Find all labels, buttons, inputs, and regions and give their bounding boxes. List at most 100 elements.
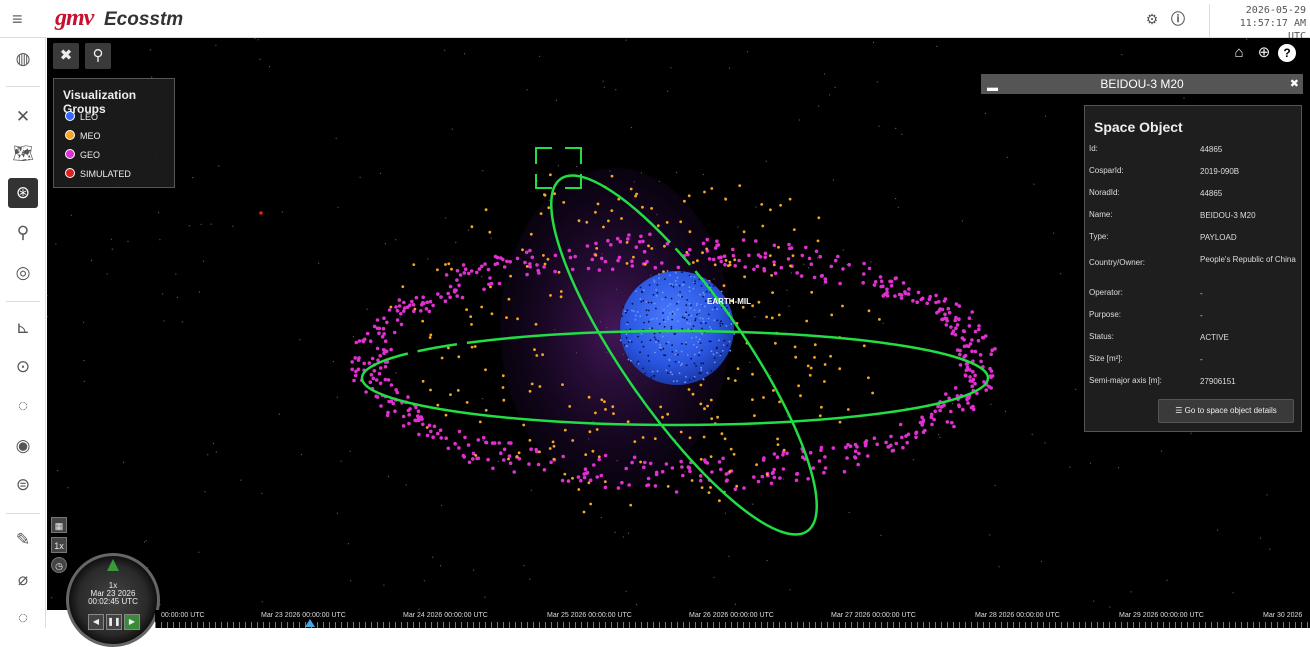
meo-satellite-dot — [413, 307, 417, 311]
geo-satellite-dot — [641, 239, 645, 244]
geo-satellite-dot — [731, 247, 735, 252]
geo-satellite-dot — [394, 388, 398, 392]
globe-icon[interactable]: ◍ — [8, 44, 38, 74]
geo-satellite-dot — [979, 359, 983, 364]
satellite-tool-icon[interactable]: ✖ — [53, 43, 79, 69]
meo-satellite-dot — [770, 316, 774, 320]
leo-satellite-dot — [696, 302, 698, 305]
calendar-icon[interactable]: ▦ — [51, 517, 67, 533]
rocket-icon[interactable]: ⚲ — [8, 218, 38, 248]
geo-satellite-dot — [950, 420, 954, 425]
geo-satellite-dot — [707, 257, 712, 261]
earth-globe[interactable] — [620, 271, 734, 385]
geo-satellite-dot — [389, 347, 393, 352]
geo-satellite-dot — [570, 267, 575, 272]
legend-item-simulated[interactable]: SIMULATED — [65, 168, 131, 180]
leo-satellite-dot — [664, 296, 667, 299]
geo-satellite-dot — [486, 267, 491, 272]
globe-view-icon[interactable]: ⊕ — [1253, 42, 1275, 64]
satellite-dish-icon[interactable]: ⌀ — [8, 565, 38, 595]
leo-satellite-dot — [685, 343, 687, 345]
geo-satellite-dot — [842, 469, 847, 474]
geo-satellite-dot — [502, 458, 506, 462]
geo-satellite-dot — [891, 448, 896, 453]
geo-satellite-dot — [410, 299, 414, 304]
go-to-details-button[interactable]: ☰ Go to space object details — [1158, 399, 1294, 423]
meo-satellite-dot — [816, 239, 820, 243]
map-icon[interactable]: 🗺 — [8, 139, 38, 169]
star-dot — [961, 220, 964, 222]
legend-item-leo[interactable]: LEO — [65, 111, 98, 123]
geo-satellite-dot — [743, 265, 747, 269]
pen-icon[interactable]: ✎ — [8, 525, 38, 555]
meo-satellite-dot — [507, 297, 511, 301]
meo-satellite-dot — [687, 388, 691, 391]
leo-satellite-dot — [651, 370, 654, 373]
legend-item-meo[interactable]: MEO — [65, 130, 101, 142]
info-icon[interactable]: ⓘ — [1170, 11, 1186, 27]
star-dot — [1075, 388, 1077, 390]
clock-face-icon[interactable]: ⊜ — [8, 470, 38, 500]
meo-satellite-dot — [797, 384, 800, 388]
leo-satellite-dot — [726, 344, 729, 347]
radar-icon[interactable]: ◎ — [8, 258, 38, 288]
geo-satellite-dot — [394, 305, 398, 309]
orbit-icon[interactable]: ⊛ — [8, 178, 38, 208]
gear-icon[interactable]: ⚙ — [1144, 11, 1160, 27]
star-dot — [817, 257, 819, 259]
geo-satellite-dot — [603, 259, 608, 264]
leo-satellite-dot — [659, 344, 661, 346]
leo-satellite-dot — [663, 308, 665, 311]
meo-satellite-dot — [805, 319, 809, 323]
ring-icon[interactable]: ◌ — [8, 603, 38, 633]
leo-satellite-dot — [681, 271, 683, 274]
geo-satellite-dot — [414, 405, 418, 410]
meo-satellite-dot — [585, 220, 589, 224]
meo-satellite-dot — [594, 411, 597, 415]
leo-satellite-dot — [671, 318, 674, 321]
meo-satellite-dot — [516, 317, 519, 321]
animation-clock-dial[interactable]: 1x Mar 23 2026 00:02:45 UTC ◀ ❚❚ ▶ — [66, 553, 160, 647]
geo-satellite-dot — [958, 348, 962, 353]
leo-satellite-dot — [673, 313, 676, 315]
leo-satellite-dot — [649, 339, 652, 342]
geo-satellite-dot — [395, 318, 400, 322]
circle-dot-icon[interactable]: ⊙ — [8, 352, 38, 382]
home-icon[interactable]: ⌂ — [1228, 42, 1250, 64]
geo-satellite-dot — [471, 457, 475, 461]
orbit-path-icon[interactable]: ◌ — [8, 391, 38, 421]
timeline[interactable]: 00:00:00 UTC Mar 23 2026 00:00:00 UTC Mar … — [155, 610, 1310, 628]
leo-satellite-dot — [702, 317, 704, 320]
leo-satellite-dot — [655, 295, 658, 297]
star-dot — [127, 240, 129, 242]
rocket-tool-icon[interactable]: ⚲ — [85, 43, 111, 69]
globe-viewport[interactable]: EARTH-MIL ✖ ⚲ ⌂ ⊕ ? Visualization Groups… — [47, 38, 1310, 610]
meo-satellite-dot — [753, 414, 756, 417]
chart-icon[interactable]: ⊾ — [8, 313, 38, 343]
speed-button[interactable]: 1x — [51, 537, 67, 553]
target-icon[interactable]: ◉ — [8, 431, 38, 461]
timeline-ticks — [155, 622, 1310, 628]
leo-satellite-dot — [675, 283, 678, 286]
geo-satellite-dot — [457, 446, 461, 450]
leo-satellite-dot — [686, 322, 689, 325]
star-dot — [880, 534, 882, 536]
star-dot — [990, 403, 992, 405]
geo-satellite-dot — [862, 272, 866, 276]
star-dot — [463, 53, 466, 55]
geo-satellite-dot — [984, 388, 988, 392]
help-icon[interactable]: ? — [1278, 44, 1296, 62]
geo-satellite-dot — [461, 453, 466, 458]
geo-satellite-dot — [525, 272, 529, 277]
star-dot — [755, 206, 757, 208]
geo-satellite-dot — [648, 232, 652, 237]
clock-icon[interactable]: ◷ — [51, 557, 67, 573]
close-icon[interactable]: ✖ — [1290, 74, 1299, 94]
geo-satellite-dot — [845, 456, 849, 460]
legend-item-geo[interactable]: GEO — [65, 149, 100, 161]
geo-satellite-dot — [901, 445, 905, 450]
menu-icon[interactable]: ≡ — [12, 10, 30, 28]
leo-satellite-dot — [656, 291, 659, 294]
timeline-cursor[interactable] — [305, 619, 315, 627]
satellite-icon[interactable]: ✕ — [8, 102, 38, 132]
